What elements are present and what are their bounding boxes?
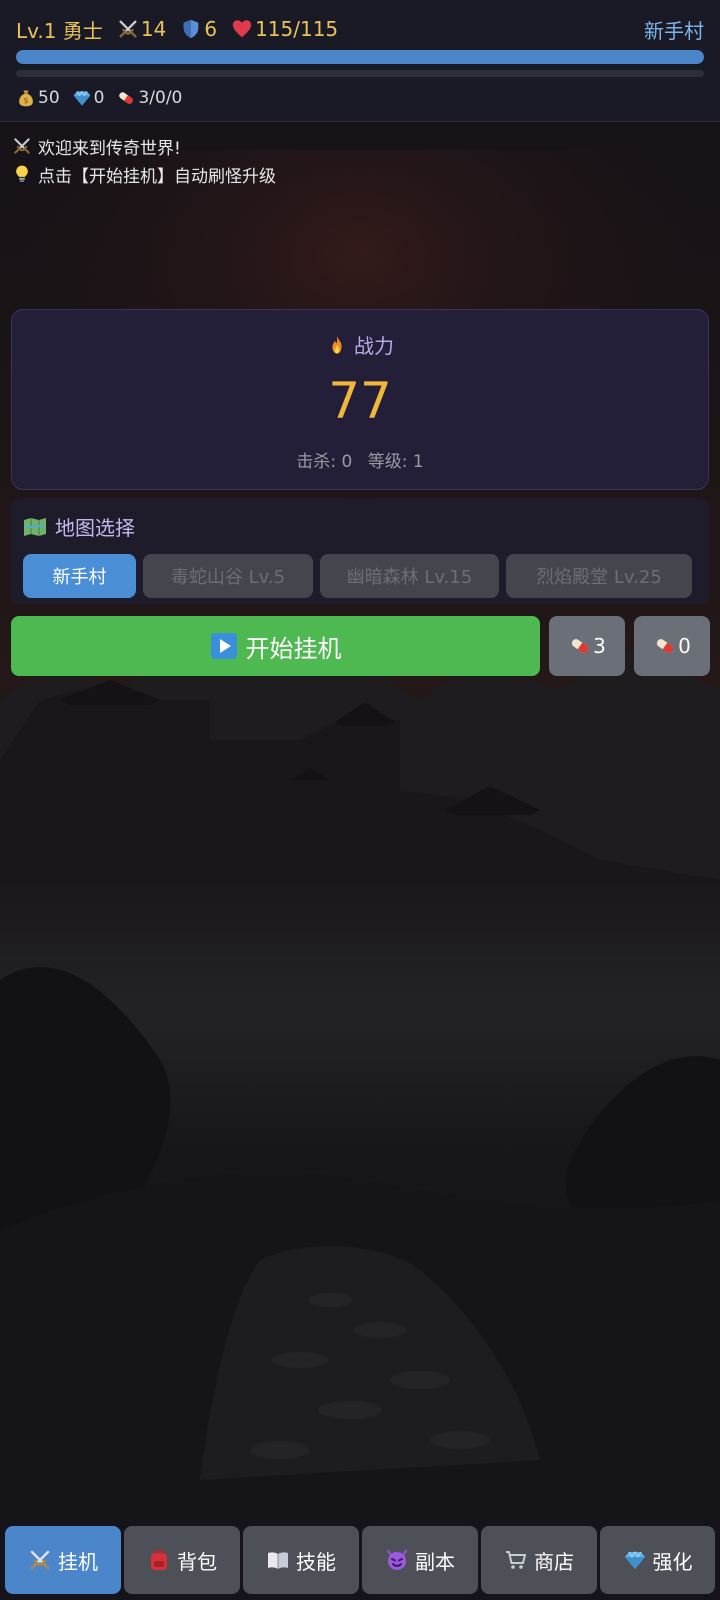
gem-icon [624,1551,645,1569]
hud-row: Lv.1 勇士 14 6 115/115 新手村 [16,14,704,44]
small-potion-count: 3 [593,634,606,658]
power-title-text: 战力 [354,334,394,358]
map-selector-title-text: 地图选择 [55,516,135,540]
nav-label: 强化 [652,1549,693,1574]
cart-icon [506,1551,526,1569]
bottom-navigation: 挂机 背包 技能 副本 商店 强化 [0,1520,720,1600]
status-header: Lv.1 勇士 14 6 115/115 新手村 $ 50 0 3/0/0 [0,0,720,122]
kills-label: 击杀: 0 [296,452,353,472]
nav-item-enhance[interactable]: 强化 [600,1526,715,1594]
attack-stat: 14 [117,17,166,41]
book-icon [268,1552,288,1569]
map-icon [24,517,46,536]
player-level-label: Lv.1 勇士 [16,15,103,44]
combat-power-card: 战力 77 击杀: 0 等级: 1 [11,309,709,490]
class-name: 勇士 [62,18,103,43]
start-idle-label: 开始挂机 [245,634,342,663]
log-text: 欢迎来到传奇世界! [38,138,181,159]
level-value: Lv.1 [16,18,57,43]
message-log: 欢迎来到传奇世界! 点击【开始挂机】自动刷怪升级 [12,132,702,188]
nav-item-backpack[interactable]: 背包 [124,1526,240,1594]
money-bag-icon: $ [19,90,33,107]
map-tab-viper-valley[interactable]: 毒蛇山谷 Lv.5 [143,554,313,598]
demon-icon [386,1549,408,1570]
pill-icon [657,639,674,653]
diamond-value: 0 [93,88,105,108]
log-text: 点击【开始挂机】自动刷怪升级 [38,166,276,187]
small-potion-button[interactable]: 3 [549,616,625,676]
map-selector: 地图选择 新手村 毒蛇山谷 Lv.5 幽暗森林 Lv.15 烈焰殿堂 Lv.25 [11,498,709,604]
gold-value: 50 [38,88,60,108]
map-tab-dark-forest[interactable]: 幽暗森林 Lv.15 [320,554,499,598]
backpack-icon [151,1550,167,1570]
exp-bar [16,70,704,77]
pill-icon [572,639,589,653]
crossed-swords-icon [119,20,137,38]
hp-bar [16,50,704,64]
play-icon [210,633,237,659]
nav-item-shop[interactable]: 商店 [481,1526,597,1594]
lightbulb-icon [16,165,28,182]
current-location: 新手村 [644,18,704,43]
svg-text:$: $ [24,96,29,105]
shield-icon [183,19,199,39]
pill-icon [119,92,134,104]
power-title: 战力 [12,330,708,359]
fire-icon [332,335,342,354]
map-selector-title: 地图选择 [23,512,135,541]
background-scenery [0,0,720,1600]
nav-label: 技能 [296,1549,336,1574]
hp-value: 115/115 [255,17,339,41]
power-value: 77 [328,372,392,430]
attack-value: 14 [140,17,167,41]
diamond-counter: 0 [72,88,105,108]
potion-counter: 3/0/0 [116,88,182,108]
heart-icon [232,20,252,38]
nav-item-skills[interactable]: 技能 [243,1526,359,1594]
hp-bar-fill [16,50,704,64]
nav-item-idle[interactable]: 挂机 [5,1526,121,1594]
crossed-swords-icon [14,138,30,154]
hp-stat: 115/115 [231,17,338,41]
map-tab-flame-hall[interactable]: 烈焰殿堂 Lv.25 [506,554,692,598]
nav-label: 商店 [534,1549,574,1574]
large-potion-count: 0 [678,634,691,658]
nav-label: 背包 [177,1549,217,1574]
gem-icon [73,90,90,106]
start-idle-button[interactable]: 开始挂机 [11,616,540,676]
log-line: 欢迎来到传奇世界! [12,132,702,160]
map-tab-novice-village[interactable]: 新手村 [23,554,136,598]
nav-label: 副本 [415,1549,455,1574]
nav-label: 挂机 [58,1549,98,1574]
nav-item-dungeon[interactable]: 副本 [362,1526,478,1594]
defense-value: 6 [204,17,218,41]
large-potion-button[interactable]: 0 [634,616,710,676]
crossed-swords-icon [30,1550,50,1570]
currency-row: $ 50 0 3/0/0 [16,86,194,110]
potion-value: 3/0/0 [138,88,183,108]
level-label: 等级: 1 [367,452,424,472]
power-stats: 击杀: 0 等级: 1 [12,447,708,472]
map-tabs: 新手村 毒蛇山谷 Lv.5 幽暗森林 Lv.15 烈焰殿堂 Lv.25 [23,554,692,598]
log-line: 点击【开始挂机】自动刷怪升级 [12,160,702,188]
gold-counter: $ 50 [16,88,60,108]
defense-stat: 6 [180,17,217,41]
